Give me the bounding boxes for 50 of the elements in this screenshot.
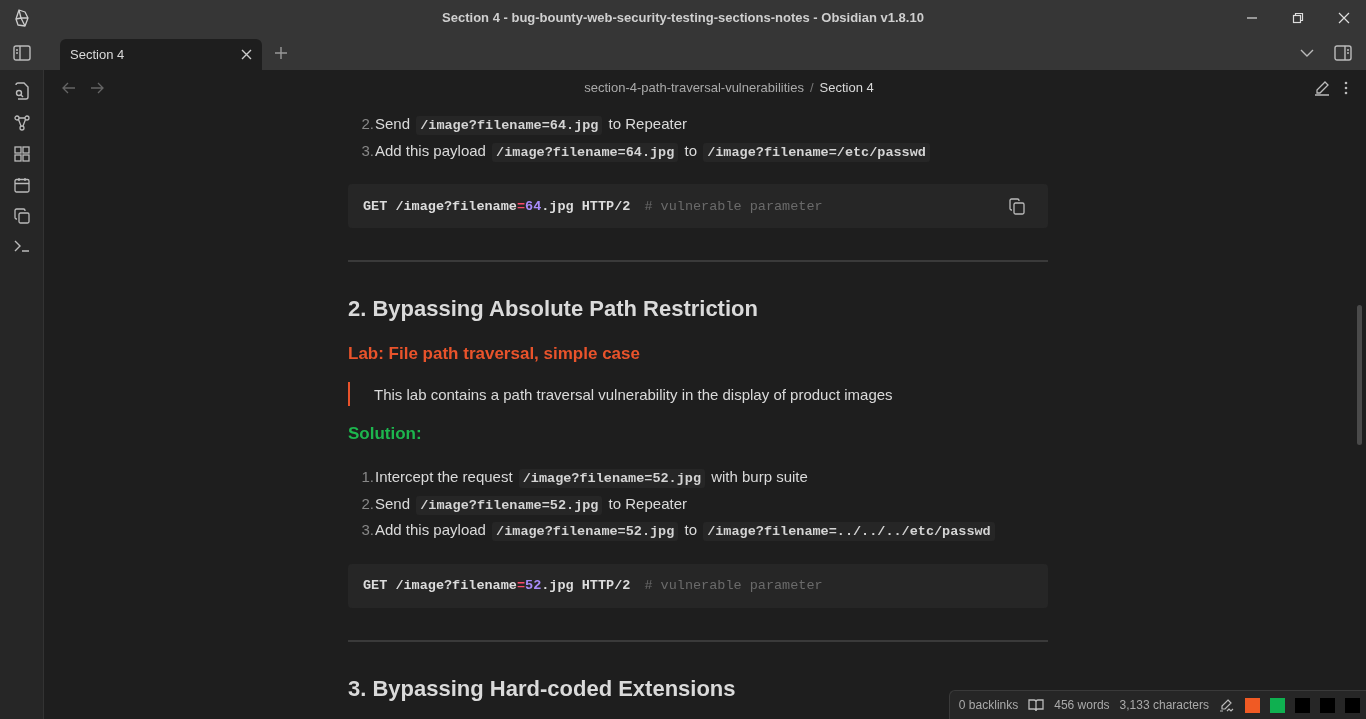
subheading: Lab: File path traversal, simple case — [348, 344, 641, 365]
subheading: Solution: — [348, 424, 423, 445]
color-swatch[interactable] — [1270, 697, 1285, 713]
list-number: 3. — [360, 521, 374, 538]
backlinks-count[interactable]: 0 backlinks — [958, 698, 1019, 712]
list-item-text: Intercept the request /image?filename=52.jpg with burp suite — [375, 468, 808, 486]
scrollbar-thumb[interactable] — [1357, 305, 1362, 445]
close-icon[interactable] — [1338, 11, 1350, 24]
grid-icon[interactable] — [13, 146, 30, 162]
pencil-icon[interactable] — [1314, 79, 1330, 96]
list-item-text: Add this payload /image?filename=52.jpg to /image?filename=../../../etc/passwd — [375, 521, 997, 539]
breadcrumb-separator: / — [809, 80, 814, 95]
character-count: 3,133 characters — [1119, 698, 1209, 712]
pen-icon[interactable] — [1219, 698, 1235, 712]
window-title: Section 4 - bug-bounty-web-security-testing-sections-notes - Obsidian v1.8.10 — [442, 10, 924, 25]
right-sidebar-toggle-icon[interactable] — [1334, 44, 1352, 61]
terminal-icon[interactable] — [13, 239, 30, 253]
color-swatch[interactable] — [1295, 697, 1310, 713]
calendar-icon[interactable] — [13, 177, 30, 193]
file-search-icon[interactable] — [13, 82, 30, 100]
breadcrumb-note[interactable]: Section 4 — [819, 80, 874, 95]
list-number: 2. — [360, 494, 374, 512]
book-icon[interactable] — [1028, 698, 1045, 712]
sidebar-toggle-icon[interactable] — [13, 44, 31, 61]
graph-icon[interactable] — [13, 115, 30, 131]
copy-icon[interactable] — [1009, 197, 1025, 215]
list-number: 1. — [360, 468, 374, 485]
list-item-text: Add this payload /image?filename=64.jpg to /image?filename=/etc/passwd — [375, 141, 932, 160]
list-item-text: Send /image?filename=52.jpg to Repeater — [375, 494, 687, 513]
color-swatch[interactable] — [1345, 697, 1360, 713]
list-number: 3. — [360, 141, 374, 159]
color-swatch[interactable] — [1245, 697, 1260, 713]
restore-icon[interactable] — [1292, 11, 1304, 24]
list-number: 2. — [360, 115, 374, 132]
word-count: 456 words — [1054, 698, 1110, 712]
obsidian-logo-icon — [14, 8, 30, 27]
code-line: GET /image?filename=52.jpg HTTP/2 # vulnerable parameter — [363, 578, 823, 593]
more-options-icon[interactable] — [1344, 80, 1348, 95]
new-tab-icon[interactable] — [274, 45, 288, 60]
section-heading: 3. Bypassing Hard-coded Extensions — [348, 675, 736, 703]
section-heading: 2. Bypassing Absolute Path Restriction — [348, 296, 758, 323]
code-line: GET /image?filename=64.jpg HTTP/2 # vulnerable parameter — [363, 198, 823, 214]
quote-text: This lab contains a path traversal vulnerability in the display of product images — [374, 385, 893, 403]
note-tab[interactable]: Section 4 — [60, 39, 262, 70]
color-swatch[interactable] — [1320, 697, 1335, 713]
chevron-down-icon[interactable] — [1300, 48, 1314, 57]
breadcrumb-folder[interactable]: section-4-path-traversal-vulnerabilities — [584, 80, 804, 95]
close-icon[interactable] — [241, 49, 252, 60]
copy-icon[interactable] — [13, 208, 30, 224]
list-item-text: Send /image?filename=64.jpg to Repeater — [375, 115, 687, 133]
